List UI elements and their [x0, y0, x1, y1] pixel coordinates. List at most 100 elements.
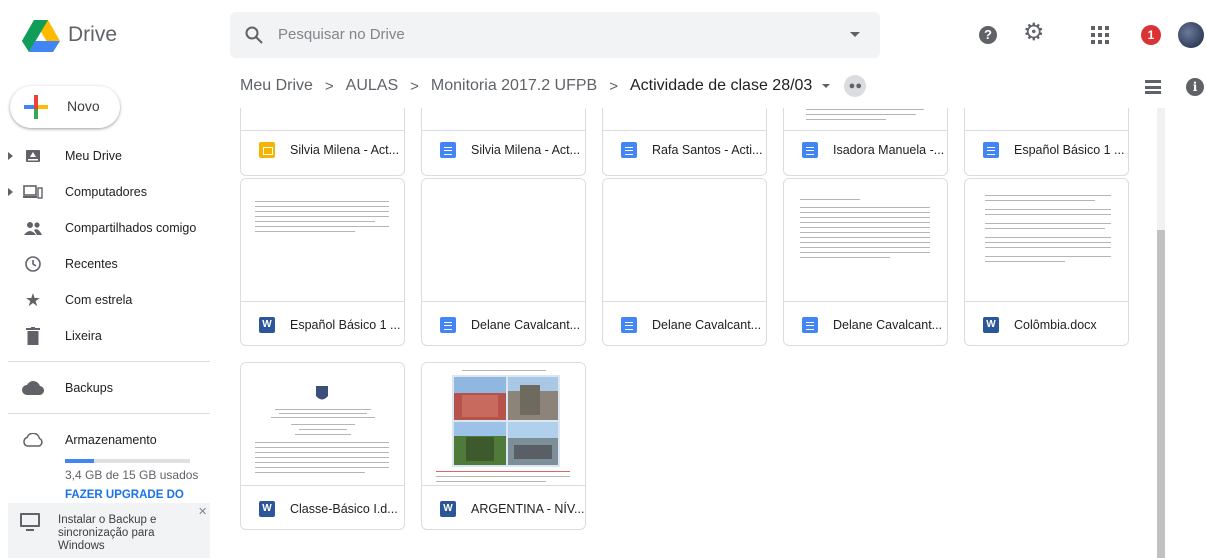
file-name: Español Básico 1 ...: [290, 318, 401, 332]
file-card[interactable]: Delane Cavalcant...: [783, 178, 948, 346]
breadcrumb-item-monitoria[interactable]: Monitoria 2017.2 UFPB: [431, 77, 597, 95]
star-icon: ★: [24, 289, 42, 310]
word-file-icon: W: [259, 501, 275, 517]
top-bar: Drive Pesquisar no Drive ? ⚙ 1: [0, 0, 1206, 70]
file-thumbnail: [241, 363, 404, 486]
sidebar-item-recent[interactable]: Recentes: [0, 246, 210, 282]
sidebar-item-label: Meu Drive: [65, 149, 122, 163]
new-button[interactable]: Novo: [10, 86, 120, 128]
drive-app: Drive Pesquisar no Drive ? ⚙ 1 Meu Drive…: [0, 0, 1206, 558]
sidebar-item-my-drive[interactable]: Meu Drive: [0, 138, 210, 174]
settings-gear-icon[interactable]: ⚙: [1023, 21, 1045, 45]
file-card[interactable]: Silvia Milena - Act...: [421, 108, 586, 176]
file-card[interactable]: Isadora Manuela -...: [783, 108, 948, 176]
chevron-right-icon: >: [609, 77, 618, 95]
notification-badge[interactable]: 1: [1141, 25, 1161, 45]
folder-menu-chevron-icon[interactable]: [822, 84, 831, 88]
docs-file-icon: [440, 317, 456, 333]
search-options-icon[interactable]: [850, 32, 860, 37]
university-seal-icon: [316, 386, 328, 400]
file-name: ARGENTINA - NÍV...: [471, 502, 585, 516]
search-bar[interactable]: Pesquisar no Drive: [230, 12, 880, 58]
file-card[interactable]: Delane Cavalcant...: [602, 178, 767, 346]
file-name: Silvia Milena - Act...: [290, 143, 400, 157]
file-name: Classe-Básico I.d...: [290, 502, 398, 516]
file-thumbnail: [603, 179, 766, 302]
file-name: Colômbia.docx: [1014, 318, 1097, 332]
backup-promo[interactable]: Instalar o Backup e sincronização para W…: [8, 503, 210, 558]
scrollbar[interactable]: [1157, 108, 1165, 558]
file-thumbnail: [422, 179, 585, 302]
account-avatar[interactable]: [1178, 22, 1204, 48]
file-card[interactable]: W Colômbia.docx: [964, 178, 1129, 346]
file-thumbnail: [784, 179, 947, 302]
storage-usage-text: 3,4 GB de 15 GB usados: [65, 468, 199, 482]
file-thumbnail: [241, 108, 404, 131]
word-file-icon: W: [440, 501, 456, 517]
breadcrumb-item-aulas[interactable]: AULAS: [346, 77, 398, 95]
file-name: Isadora Manuela -...: [833, 143, 945, 157]
docs-file-icon: [802, 317, 818, 333]
apps-grid-icon[interactable]: [1091, 26, 1109, 44]
help-icon[interactable]: ?: [979, 26, 997, 44]
breadcrumb: Meu Drive > AULAS > Monitoria 2017.2 UFP…: [240, 74, 867, 98]
docs-file-icon: [440, 142, 456, 158]
sidebar-item-label: Computadores: [65, 185, 147, 199]
plus-icon: [24, 95, 48, 119]
chevron-right-icon: >: [410, 77, 419, 95]
file-name: Rafa Santos - Acti...: [652, 143, 763, 157]
upgrade-storage-link[interactable]: FAZER UPGRADE DO: [65, 489, 184, 501]
sidebar-item-label: Compartilhados comigo: [65, 221, 197, 235]
sidebar-item-label: Backups: [65, 381, 113, 395]
brand-name[interactable]: Drive: [68, 23, 117, 47]
drive-logo-icon[interactable]: [22, 20, 60, 52]
breadcrumb-item-my-drive[interactable]: Meu Drive: [240, 77, 313, 95]
scrollbar-thumb[interactable]: [1157, 230, 1165, 558]
drive-icon: [22, 146, 44, 166]
sidebar-item-shared[interactable]: Compartilhados comigo: [0, 210, 210, 246]
file-card[interactable]: Silvia Milena - Act...: [240, 108, 405, 176]
file-name: Delane Cavalcant...: [652, 318, 762, 332]
file-thumbnail: [422, 363, 585, 486]
search-icon[interactable]: [244, 25, 264, 45]
file-name: Delane Cavalcant...: [471, 318, 581, 332]
search-input[interactable]: Pesquisar no Drive: [278, 26, 405, 43]
sidebar-item-backups[interactable]: Backups: [0, 370, 210, 406]
close-icon[interactable]: ✕: [198, 505, 207, 518]
word-file-icon: W: [259, 317, 275, 333]
sidebar-item-trash[interactable]: Lixeira: [0, 318, 210, 354]
file-card[interactable]: Delane Cavalcant...: [421, 178, 586, 346]
file-card[interactable]: W Español Básico 1 ...: [240, 178, 405, 346]
expand-arrow-icon[interactable]: [8, 188, 13, 196]
breadcrumb-current-folder[interactable]: Actividade de clase 28/03: [630, 77, 812, 95]
sidebar-item-computers[interactable]: Computadores: [0, 174, 210, 210]
list-view-icon[interactable]: [1145, 80, 1161, 94]
cloud-icon: [22, 378, 44, 398]
sidebar-item-label: Recentes: [65, 257, 118, 271]
info-icon[interactable]: i: [1186, 78, 1204, 96]
backup-promo-text: Instalar o Backup e sincronização para W…: [58, 514, 157, 552]
sidebar-item-label: Armazenamento: [65, 433, 157, 447]
file-card[interactable]: Español Básico 1 ...: [964, 108, 1129, 176]
file-thumbnail: [241, 179, 404, 302]
sidebar-item-label: Lixeira: [65, 329, 102, 343]
expand-arrow-icon[interactable]: [8, 152, 13, 160]
slides-file-icon: [259, 142, 275, 158]
file-card[interactable]: W ARGENTINA - NÍV...: [421, 362, 586, 530]
file-name: Delane Cavalcant...: [833, 318, 943, 332]
file-card[interactable]: Rafa Santos - Acti...: [602, 108, 767, 176]
docs-file-icon: [621, 317, 637, 333]
file-thumbnail: [603, 108, 766, 131]
docs-file-icon: [802, 142, 818, 158]
shared-icon: [22, 218, 44, 238]
shared-people-icon[interactable]: ●●: [844, 75, 867, 97]
file-thumbnail: [965, 108, 1128, 131]
storage-usage-fill: [65, 459, 94, 463]
sidebar-item-starred[interactable]: ★ Com estrela: [0, 282, 210, 318]
sidebar-item-storage[interactable]: Armazenamento: [0, 422, 210, 458]
docs-file-icon: [621, 142, 637, 158]
file-name: Silvia Milena - Act...: [471, 143, 581, 157]
storage-usage-bar: [65, 459, 190, 463]
file-card[interactable]: W Classe-Básico I.d...: [240, 362, 405, 530]
monitor-icon: [20, 513, 40, 527]
